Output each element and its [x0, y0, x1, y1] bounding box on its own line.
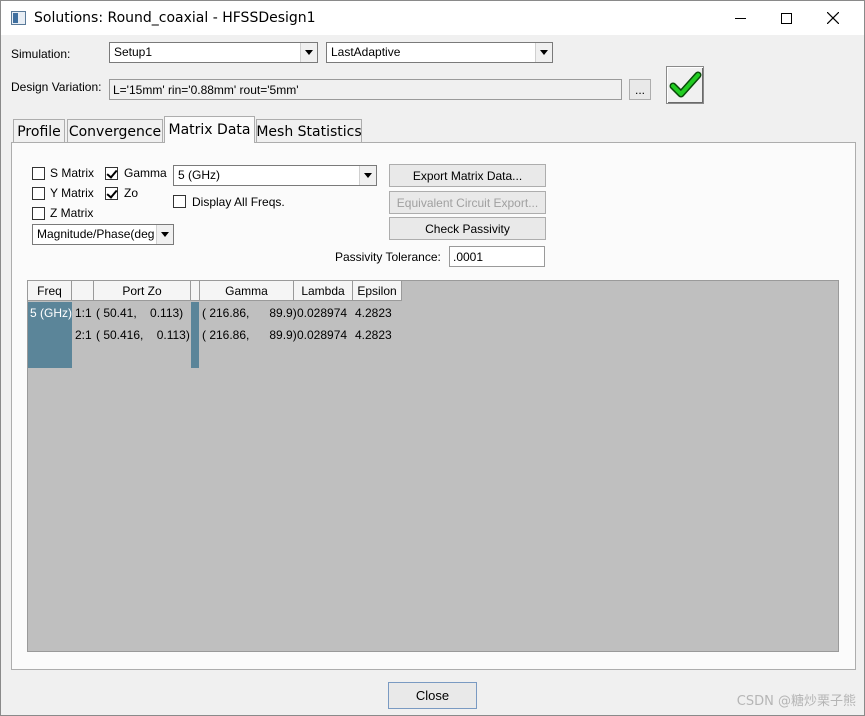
row-1-lambda: 0.028974: [297, 306, 348, 320]
zo-label: Zo: [124, 186, 139, 200]
maximize-icon: [780, 12, 792, 24]
column-header-spacer: [191, 281, 200, 301]
design-variation-label: Design Variation:: [11, 80, 102, 94]
watermark: CSDN @糖炒栗子熊: [736, 694, 856, 709]
y-matrix-checkbox[interactable]: [32, 187, 45, 200]
solutions-window: Solutions: Round_coaxial - HFSSDesign1 S…: [0, 0, 865, 716]
chevron-down-icon: [359, 166, 376, 185]
window-title: Solutions: Round_coaxial - HFSSDesign1: [34, 10, 316, 26]
column-header-gamma[interactable]: Gamma: [200, 281, 294, 301]
row-1-port: 1:1: [75, 306, 92, 320]
display-all-freqs-label: Display All Freqs.: [192, 195, 285, 209]
format-select[interactable]: Magnitude/Phase(deg: [32, 224, 174, 245]
maximize-button[interactable]: [763, 1, 809, 35]
column-header-lambda[interactable]: Lambda: [294, 281, 353, 301]
setup-select-value: Setup1: [114, 45, 153, 59]
column-header-port[interactable]: [72, 281, 94, 301]
row-2-port-zo: ( 50.416, 0.113): [96, 328, 190, 342]
title-bar[interactable]: Solutions: Round_coaxial - HFSSDesign1: [1, 1, 864, 35]
column-header-port-zo[interactable]: Port Zo: [94, 281, 191, 301]
column-header-epsilon[interactable]: Epsilon: [353, 281, 402, 301]
tab-matrix-data[interactable]: Matrix Data: [164, 116, 255, 143]
app-icon: [11, 11, 26, 25]
format-select-value: Magnitude/Phase(deg: [37, 227, 155, 241]
browse-variation-button[interactable]: ...: [629, 79, 651, 100]
minimize-button[interactable]: [717, 1, 763, 35]
row-2-lambda: 0.028974: [297, 328, 348, 342]
close-icon: [827, 12, 839, 24]
close-window-button[interactable]: [810, 1, 856, 35]
matrix-data-grid[interactable]: Freq Port Zo Gamma Lambda Epsilon 5 (GHz…: [27, 280, 839, 652]
row-1-epsilon: 4.2823: [355, 306, 392, 320]
column-header-freq[interactable]: Freq: [28, 281, 72, 301]
row-1-port-zo: ( 50.41, 0.113): [96, 306, 184, 320]
chevron-down-icon: [156, 225, 173, 244]
s-matrix-label: S Matrix: [50, 166, 95, 180]
pass-select[interactable]: LastAdaptive: [326, 42, 553, 63]
design-variation-field[interactable]: L='15mm' rin='0.88mm' rout='5mm': [109, 79, 622, 100]
check-passivity-button[interactable]: Check Passivity: [389, 217, 546, 240]
export-matrix-data-button[interactable]: Export Matrix Data...: [389, 164, 546, 187]
tab-convergence[interactable]: Convergence: [67, 119, 163, 143]
frequency-select-value: 5 (GHz): [178, 168, 220, 182]
chevron-down-icon: [300, 43, 317, 62]
row-2-epsilon: 4.2823: [355, 328, 392, 342]
setup-select[interactable]: Setup1: [109, 42, 318, 63]
s-matrix-checkbox[interactable]: [32, 167, 45, 180]
row-1-freq[interactable]: 5 (GHz): [28, 302, 72, 324]
row-2-gamma: ( 216.86, 89.9): [202, 328, 297, 342]
pass-select-value: LastAdaptive: [331, 45, 401, 59]
checkmark-icon: [669, 71, 702, 98]
passivity-tolerance-label: Passivity Tolerance:: [335, 250, 441, 264]
solution-valid-indicator: [666, 66, 704, 104]
zo-checkbox[interactable]: [105, 187, 118, 200]
tab-mesh-statistics[interactable]: Mesh Statistics: [256, 119, 362, 143]
row-2-port: 2:1: [75, 328, 92, 342]
z-matrix-checkbox[interactable]: [32, 207, 45, 220]
minimize-icon: [734, 17, 746, 19]
row-2-freq[interactable]: [28, 324, 72, 346]
gamma-checkbox[interactable]: [105, 167, 118, 180]
equivalent-circuit-export-button[interactable]: Equivalent Circuit Export...: [389, 191, 546, 214]
gamma-label: Gamma: [124, 166, 167, 180]
passivity-tolerance-input[interactable]: .0001: [449, 246, 545, 267]
display-all-freqs-checkbox[interactable]: [173, 195, 186, 208]
tab-profile[interactable]: Profile: [13, 119, 65, 143]
frequency-select[interactable]: 5 (GHz): [173, 165, 377, 186]
column-separator-bar: [191, 302, 199, 368]
simulation-label: Simulation:: [11, 47, 71, 61]
close-button[interactable]: Close: [388, 682, 477, 709]
row-3-freq[interactable]: [28, 346, 72, 368]
chevron-down-icon: [535, 43, 552, 62]
row-1-gamma: ( 216.86, 89.9): [202, 306, 297, 320]
z-matrix-label: Z Matrix: [50, 206, 94, 220]
y-matrix-label: Y Matrix: [50, 186, 94, 200]
